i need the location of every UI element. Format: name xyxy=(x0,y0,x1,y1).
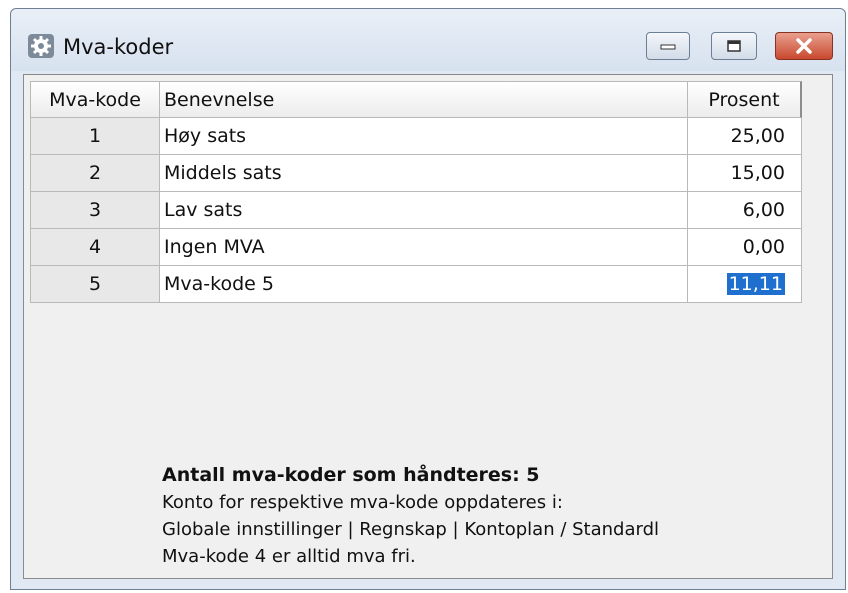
mva-koder-window: Mva-koder Mva-kode Benevnelse Prosent 1 … xyxy=(10,8,846,590)
close-button[interactable] xyxy=(775,32,833,60)
title-bar[interactable]: Mva-koder xyxy=(11,9,845,71)
info-line-2: Globale innstillinger | Regnskap | Konto… xyxy=(162,519,660,540)
cell-percent[interactable]: 6,00 xyxy=(688,192,802,229)
table-row[interactable]: 3 Lav sats 6,00 xyxy=(30,192,802,229)
cell-percent[interactable]: 25,00 xyxy=(688,118,802,155)
percent-edit-field[interactable]: 11,11 xyxy=(726,273,785,295)
cell-code[interactable]: 3 xyxy=(30,192,160,229)
cell-name[interactable]: Mva-kode 5 xyxy=(160,266,688,303)
cell-code[interactable]: 5 xyxy=(30,266,160,303)
cell-code[interactable]: 1 xyxy=(30,118,160,155)
minimize-button[interactable] xyxy=(646,32,690,60)
table-row[interactable]: 4 Ingen MVA 0,00 xyxy=(30,229,802,266)
header-mva-kode[interactable]: Mva-kode xyxy=(30,81,160,118)
cell-name[interactable]: Lav sats xyxy=(160,192,688,229)
header-prosent[interactable]: Prosent xyxy=(688,81,802,118)
table-row[interactable]: 1 Høy sats 25,00 xyxy=(30,118,802,155)
cell-code[interactable]: 2 xyxy=(30,155,160,192)
dialog-body: Mva-kode Benevnelse Prosent 1 Høy sats 2… xyxy=(23,74,833,579)
window-title: Mva-koder xyxy=(63,35,174,59)
maximize-icon xyxy=(727,40,741,52)
gear-icon xyxy=(28,34,54,58)
close-icon xyxy=(796,38,812,54)
table-row[interactable]: 5 Mva-kode 5 11,11 xyxy=(30,266,802,303)
cell-percent-editing[interactable]: 11,11 xyxy=(688,266,802,303)
cell-name[interactable]: Middels sats xyxy=(160,155,688,192)
cell-name[interactable]: Høy sats xyxy=(160,118,688,155)
cell-code[interactable]: 4 xyxy=(30,229,160,266)
table-row[interactable]: 2 Middels sats 15,00 xyxy=(30,155,802,192)
info-line-1: Konto for respektive mva-kode oppdateres… xyxy=(162,492,563,513)
info-panel: Antall mva-koder som håndteres: 5 Konto … xyxy=(162,462,659,570)
header-benevnelse[interactable]: Benevnelse xyxy=(160,81,688,118)
count-label: Antall mva-koder som håndteres: 5 xyxy=(162,464,540,486)
minimize-icon xyxy=(660,44,676,50)
cell-percent[interactable]: 0,00 xyxy=(688,229,802,266)
info-line-3: Mva-kode 4 er alltid mva fri. xyxy=(162,546,416,567)
cell-percent[interactable]: 15,00 xyxy=(688,155,802,192)
maximize-button[interactable] xyxy=(711,32,757,60)
cell-name[interactable]: Ingen MVA xyxy=(160,229,688,266)
table-header-row: Mva-kode Benevnelse Prosent xyxy=(30,81,802,118)
